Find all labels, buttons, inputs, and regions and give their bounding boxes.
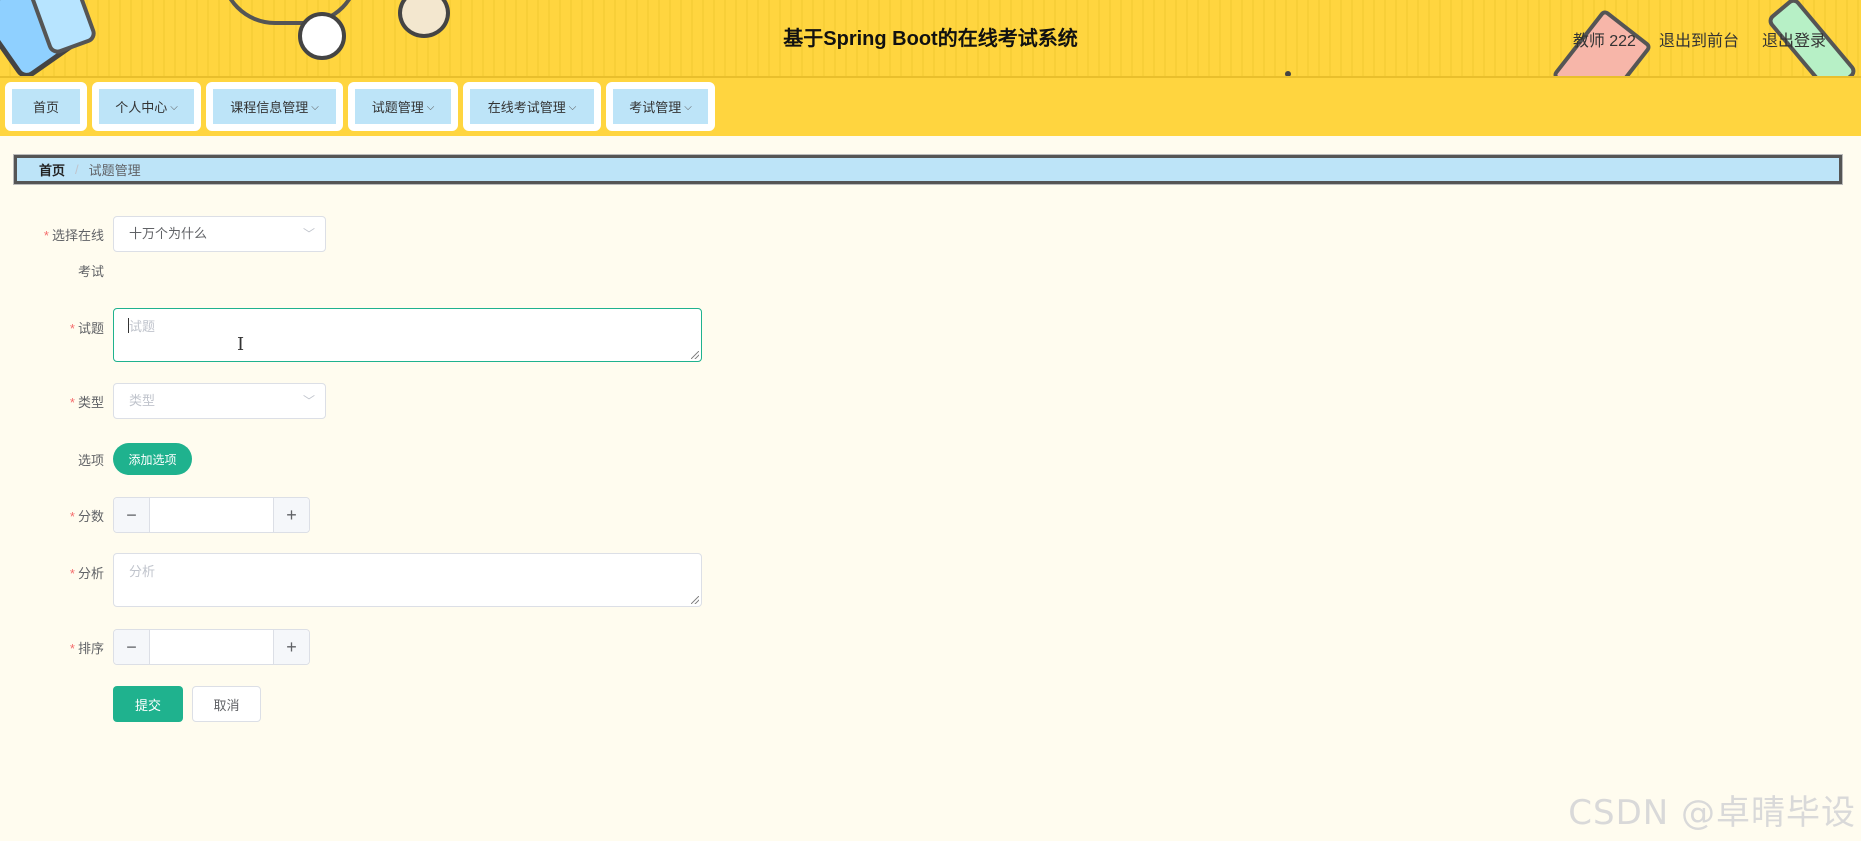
- nav-item-label: 在线考试管理: [487, 100, 566, 115]
- required-mark: *: [69, 566, 75, 581]
- required-mark: *: [69, 509, 75, 524]
- resize-handle[interactable]: [691, 596, 699, 604]
- breadcrumb-current: 试题管理: [88, 163, 141, 178]
- main-nav: 首页 个人中心 ⌵ 课程信息管理 ⌵ 试题管理 ⌵ 在线考试管理 ⌵ 考试管理 ⌵: [0, 78, 1861, 136]
- options-field-label: 选项: [77, 453, 104, 468]
- nav-item-question-management[interactable]: 试题管理 ⌵: [348, 82, 458, 131]
- cancel-button[interactable]: 取消: [192, 686, 261, 722]
- exam-field-label: * 选择在线: [0, 225, 104, 244]
- text-caret: [128, 318, 129, 333]
- chevron-down-icon: ⌵: [684, 102, 692, 113]
- exam-select[interactable]: 十万个为什么 ﹀: [113, 216, 326, 252]
- chevron-down-icon: ﹀: [302, 394, 315, 408]
- order-increment-button[interactable]: +: [273, 630, 309, 664]
- decorative-dot: [1285, 71, 1291, 76]
- logout-link[interactable]: 退出登录: [1762, 27, 1826, 51]
- required-mark: *: [69, 395, 75, 410]
- question-label-text: 试题: [77, 321, 104, 336]
- current-user-label: 教师 222: [1572, 33, 1636, 50]
- nav-item-home[interactable]: 首页: [5, 82, 87, 131]
- analysis-placeholder: 分析: [129, 564, 156, 579]
- nav-item-label: 课程信息管理: [230, 100, 309, 115]
- analysis-field-label: * 分析: [0, 563, 104, 582]
- submit-button[interactable]: 提交: [113, 686, 183, 722]
- exam-select-value: 十万个为什么: [129, 226, 208, 241]
- chevron-down-icon: ﹀: [302, 227, 315, 241]
- question-textarea[interactable]: 试题: [113, 308, 702, 362]
- header-user-actions: 教师 222 退出到前台 退出登录: [1573, 27, 1826, 51]
- chevron-down-icon: ⌵: [426, 102, 435, 113]
- score-label-text: 分数: [77, 509, 104, 524]
- exam-label-text: 选择在线: [51, 228, 104, 243]
- order-stepper: − +: [113, 629, 310, 665]
- required-mark: *: [43, 228, 49, 243]
- text-cursor-icon: I: [237, 334, 245, 355]
- watermark: CSDN @卓晴毕设: [1568, 793, 1856, 833]
- nav-item-label: 个人中心: [115, 100, 168, 115]
- breadcrumb-separator: /: [75, 162, 79, 177]
- nav-item-exam-management[interactable]: 考试管理 ⌵: [606, 82, 715, 131]
- analysis-label-text: 分析: [77, 566, 104, 581]
- order-input[interactable]: [151, 630, 272, 664]
- score-decrement-button[interactable]: −: [114, 498, 150, 532]
- type-field-label: * 类型: [0, 392, 104, 411]
- order-label-text: 排序: [77, 641, 104, 656]
- analysis-textarea[interactable]: 分析: [113, 553, 702, 607]
- score-field-label: * 分数: [0, 506, 104, 525]
- exam-field-label-line2: 考试: [77, 264, 104, 279]
- chevron-down-icon: ⌵: [568, 102, 577, 113]
- nav-item-label: 考试管理: [629, 100, 682, 115]
- nav-item-label: 首页: [32, 100, 59, 115]
- nav-item-course-management[interactable]: 课程信息管理 ⌵: [206, 82, 343, 131]
- type-label-text: 类型: [77, 395, 104, 410]
- nav-item-label: 试题管理: [371, 100, 424, 115]
- question-field-label: * 试题: [0, 318, 104, 337]
- back-to-front-link[interactable]: 退出到前台: [1659, 27, 1739, 51]
- top-header: 基于Spring Boot的在线考试系统 教师 222 退出到前台 退出登录: [0, 0, 1861, 78]
- chevron-down-icon: ⌵: [170, 102, 178, 113]
- order-decrement-button[interactable]: −: [114, 630, 150, 664]
- breadcrumb-home[interactable]: 首页: [39, 160, 65, 179]
- order-field-label: * 排序: [0, 638, 104, 657]
- chevron-down-icon: ⌵: [311, 102, 319, 113]
- required-mark: *: [69, 321, 75, 336]
- breadcrumb: 首页 / 试题管理: [13, 154, 1843, 185]
- resize-handle[interactable]: [691, 351, 699, 359]
- nav-item-personal-center[interactable]: 个人中心 ⌵: [92, 82, 201, 131]
- type-select[interactable]: 类型 ﹀: [113, 383, 326, 419]
- score-increment-button[interactable]: +: [273, 498, 309, 532]
- type-select-placeholder: 类型: [129, 393, 156, 408]
- score-input[interactable]: [151, 498, 272, 532]
- required-mark: *: [69, 641, 75, 656]
- add-option-button[interactable]: 添加选项: [113, 443, 192, 475]
- score-stepper: − +: [113, 497, 310, 533]
- question-placeholder: 试题: [129, 319, 156, 334]
- nav-item-online-exam-management[interactable]: 在线考试管理 ⌵: [463, 82, 601, 131]
